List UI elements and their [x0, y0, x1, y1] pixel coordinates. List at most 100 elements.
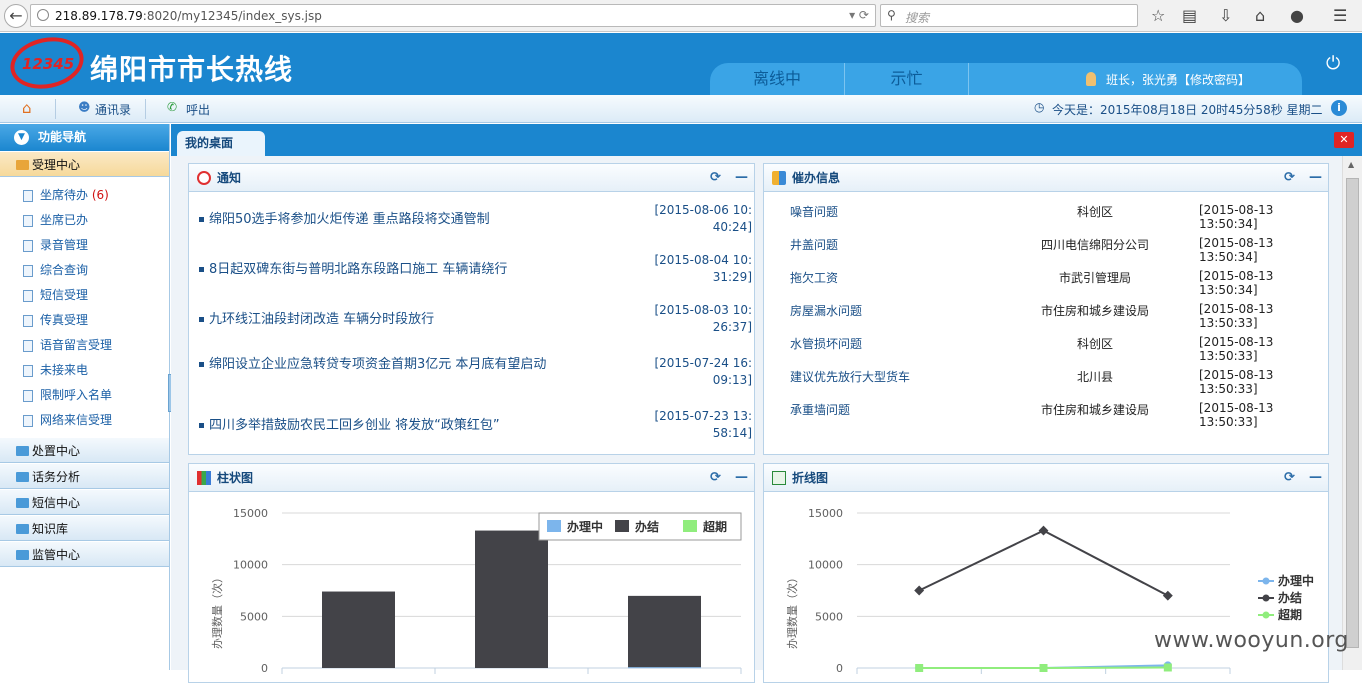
urge-topic: 房屋漏水问题: [790, 304, 863, 318]
scrollbar-thumb[interactable]: [1346, 178, 1359, 648]
notice-date: [2015-08-06 10:40:24]: [654, 203, 752, 234]
group-label: 监管中心: [32, 548, 81, 562]
panel-title: 折线图: [792, 471, 829, 485]
urge-row[interactable]: 房屋漏水问题 市住房和城乡建设局 [2015-08-13 13:50:33]: [790, 302, 1330, 330]
urge-time: [2015-08-13 13:50:34]: [1199, 203, 1274, 231]
urge-time: [2015-08-13 13:50:34]: [1199, 269, 1274, 297]
sidebar-item-label: 未接来电: [40, 363, 89, 377]
urge-dept: 科创区: [1076, 205, 1113, 219]
legend-marker: [1262, 594, 1270, 602]
urge-row[interactable]: 承重墙问题 市住房和城乡建设局 [2015-08-13 13:50:33]: [790, 401, 1330, 429]
help-icon[interactable]: i: [1331, 100, 1347, 116]
sidebar-item-missed[interactable]: 未接来电: [0, 358, 169, 383]
sidebar-group-sms[interactable]: 短信中心: [0, 489, 169, 515]
notice-date: [2015-08-04 10:31:29]: [654, 253, 752, 284]
sidebar-item-label: 坐席已办: [40, 213, 89, 227]
top-toolbar: ⌂ ☻ 通讯录 ✆ 呼出 ◷ 今天是：2015年08月18日 20时45分58秒…: [0, 95, 1362, 123]
urge-row[interactable]: 建议优先放行大型货车 北川县 [2015-08-13 13:50:33]: [790, 368, 1330, 396]
refresh-icon[interactable]: ⟳: [1284, 164, 1295, 192]
document-icon: [23, 415, 33, 427]
sidebar-item-fax[interactable]: 传真受理: [0, 308, 169, 333]
status-offline-tab[interactable]: 离线中: [710, 63, 845, 95]
y-tick-label: 0: [836, 662, 843, 675]
download-icon[interactable]: ⇩: [1219, 6, 1232, 25]
panel-title: 通知: [217, 171, 242, 185]
sidebar-item-online[interactable]: 网络来信受理: [0, 408, 169, 433]
minimize-icon[interactable]: —: [1309, 464, 1322, 492]
sidebar-item-label: 语音留言受理: [40, 338, 113, 352]
line-chart: 15000 10000 5000 0 办理数量（次） 办理中办结超期: [785, 507, 1314, 675]
sidebar-item-recordings[interactable]: 录音管理: [0, 233, 169, 258]
refresh-icon[interactable]: ⟳: [710, 464, 721, 492]
folder-icon: [16, 160, 29, 170]
sidebar-item-label: 坐席待办: [40, 188, 89, 202]
bar-chart-icon: [197, 471, 211, 485]
sidebar-item-blocklist[interactable]: 限制呼入名单: [0, 383, 169, 408]
contacts-link[interactable]: 通讯录: [95, 101, 131, 118]
urge-row[interactable]: 井盖问题 四川电信绵阳分公司 [2015-08-13 13:50:34]: [790, 236, 1330, 264]
user-info[interactable]: 班长，张光勇【修改密码】: [1106, 71, 1250, 88]
reload-icon[interactable]: ▾ ⟳: [849, 8, 869, 22]
minimize-icon[interactable]: —: [735, 164, 748, 192]
sidebar-item-done[interactable]: 坐席已办: [0, 208, 169, 233]
sidebar: ▼ 功能导航 受理中心 坐席待办 (6) 坐席已办 录音管理 综合查询 短信受理…: [0, 124, 170, 670]
folder-icon: [16, 472, 29, 482]
sidebar-group-knowledge[interactable]: 知识库: [0, 515, 169, 541]
notice-text: 九环线江油段封闭改造 车辆分时段放行: [209, 312, 435, 327]
home-icon[interactable]: ⌂: [22, 99, 32, 117]
sidebar-item-query[interactable]: 综合查询: [0, 258, 169, 283]
sidebar-header[interactable]: ▼ 功能导航: [0, 124, 169, 151]
address-bar[interactable]: 218.89.178.79:8020/my12345/index_sys.jsp…: [30, 4, 876, 27]
tab-my-desktop[interactable]: 我的桌面: [177, 131, 265, 156]
folder-icon: [16, 550, 29, 560]
power-icon[interactable]: ⏻: [1326, 53, 1346, 74]
bullet-icon: [199, 217, 204, 222]
chat-icon[interactable]: ●: [1290, 6, 1304, 25]
bar-chart-panel: 柱状图 ⟳ — 15000 10000 5000 0 办理数量（次） 办理中 办结 超期: [188, 463, 755, 683]
home-icon[interactable]: ⌂: [1255, 6, 1265, 25]
sidebar-item-voicemail[interactable]: 语音留言受理: [0, 333, 169, 358]
bar: [628, 595, 701, 668]
close-icon[interactable]: ✕: [1334, 132, 1354, 148]
sidebar-item-pending[interactable]: 坐席待办 (6): [0, 183, 169, 208]
bookmark-star-icon[interactable]: ☆: [1151, 6, 1165, 25]
search-placeholder: 搜索: [905, 11, 930, 25]
page-scrollbar[interactable]: ▲: [1342, 156, 1362, 670]
urge-row[interactable]: 拖欠工资 市武引管理局 [2015-08-13 13:50:34]: [790, 269, 1330, 297]
sidebar-item-sms[interactable]: 短信受理: [0, 283, 169, 308]
status-busy-tab[interactable]: 示忙: [845, 63, 969, 95]
sidebar-group-traffic[interactable]: 话务分析: [0, 463, 169, 489]
sidebar-group-disposal[interactable]: 处置中心: [0, 437, 169, 463]
urge-row[interactable]: 水管损坏问题 科创区 [2015-08-13 13:50:33]: [790, 335, 1330, 363]
urge-panel: 催办信息 ⟳ — 噪音问题 科创区 [2015-08-13 13:50:34] 井盖…: [763, 163, 1329, 455]
sidebar-group-supervision[interactable]: 监管中心: [0, 541, 169, 567]
search-input[interactable]: ⚲ 搜索: [880, 4, 1138, 27]
scroll-up-icon[interactable]: ▲: [1348, 160, 1354, 169]
legend-label: 办理中: [1278, 573, 1314, 588]
bar-chart-panel-header: 柱状图 ⟳ —: [189, 464, 754, 492]
minimize-icon[interactable]: —: [1309, 164, 1322, 192]
data-point: [1162, 590, 1173, 601]
panel-title: 催办信息: [792, 171, 841, 185]
urge-time: [2015-08-13 13:50:34]: [1199, 236, 1274, 264]
urge-dept: 市武引管理局: [1058, 271, 1131, 285]
notice-item[interactable]: 绵阳设立企业应急转贷专项资金首期3亿元 本月底有望启动: [193, 356, 553, 373]
group-label: 处置中心: [32, 444, 81, 458]
urge-time: [2015-08-13 13:50:33]: [1199, 368, 1274, 396]
document-icon: [23, 265, 33, 277]
back-icon[interactable]: ←: [4, 4, 28, 28]
group-label: 受理中心: [32, 158, 81, 172]
refresh-icon[interactable]: ⟳: [710, 164, 721, 192]
y-tick-label: 10000: [808, 559, 843, 572]
refresh-icon[interactable]: ⟳: [1284, 464, 1295, 492]
watermark: www.wooyun.org: [1154, 628, 1349, 653]
y-tick-label: 15000: [808, 507, 843, 520]
urge-row[interactable]: 噪音问题 科创区 [2015-08-13 13:50:34]: [790, 203, 1330, 231]
document-icon: [23, 240, 33, 252]
call-out-link[interactable]: 呼出: [186, 101, 210, 118]
reading-list-icon[interactable]: ▤: [1182, 6, 1197, 25]
sidebar-group-acceptance[interactable]: 受理中心: [0, 151, 169, 177]
minimize-icon[interactable]: —: [735, 464, 748, 492]
menu-icon[interactable]: ☰: [1333, 6, 1347, 25]
legend-label: 办结: [1278, 590, 1302, 605]
